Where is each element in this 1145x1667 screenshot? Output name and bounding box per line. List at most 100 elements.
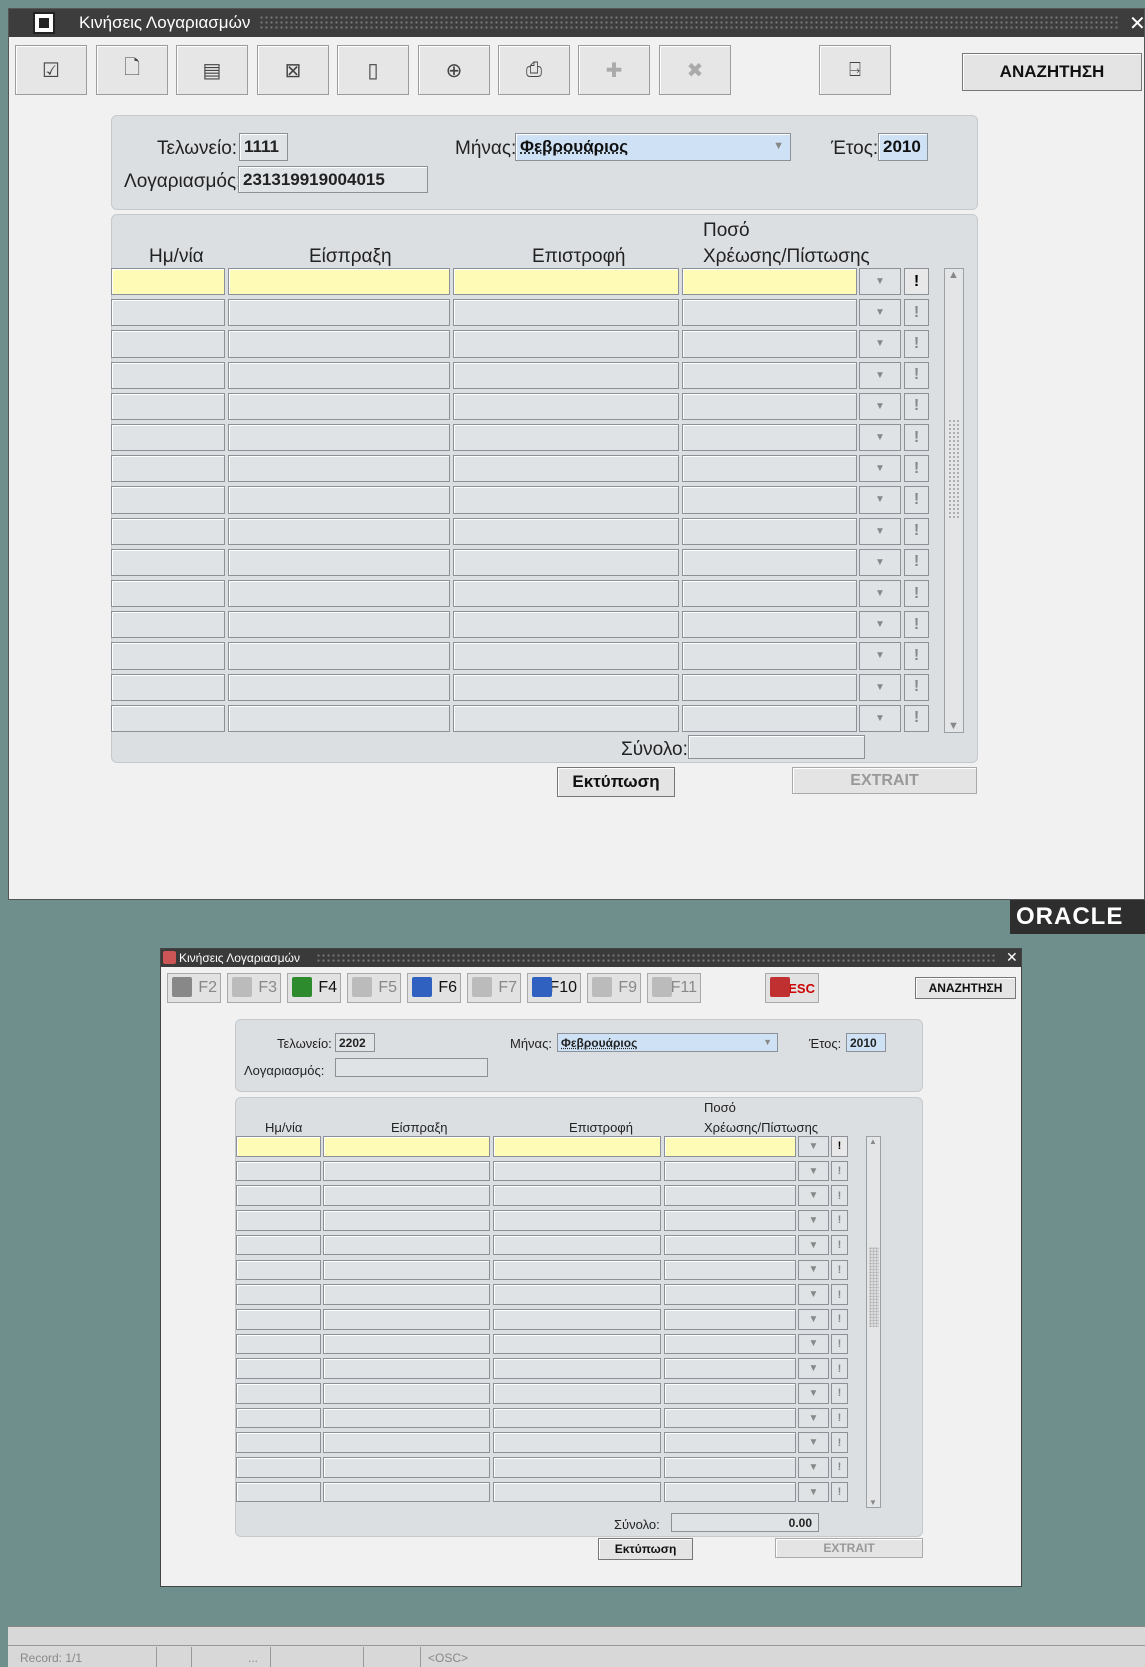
row-dropdown-button[interactable]: ▼ <box>798 1358 829 1379</box>
row-dropdown-button[interactable]: ▼ <box>859 455 901 483</box>
fkey-f11-button[interactable]: F11 <box>647 973 701 1003</box>
refund-cell[interactable] <box>493 1259 661 1281</box>
receipt-cell[interactable] <box>323 1333 490 1355</box>
row-dropdown-button[interactable]: ▼ <box>859 517 901 545</box>
row-detail-button[interactable]: ! <box>904 642 929 670</box>
row-dropdown-button[interactable]: ▼ <box>798 1481 829 1503</box>
refund-cell[interactable] <box>493 1432 661 1454</box>
refund-cell[interactable] <box>453 611 679 639</box>
row-dropdown-button[interactable]: ▼ <box>859 673 901 701</box>
date-cell[interactable] <box>111 548 225 576</box>
date-cell[interactable] <box>236 1234 321 1256</box>
insert-row-button[interactable]: ✚ <box>578 45 650 95</box>
receipt-cell[interactable] <box>323 1407 490 1429</box>
row-detail-button[interactable]: ! <box>831 1210 848 1231</box>
row-detail-button[interactable]: ! <box>904 486 929 514</box>
receipt-cell[interactable] <box>228 424 450 452</box>
receipt-cell[interactable] <box>323 1481 490 1503</box>
receipt-cell[interactable] <box>323 1358 490 1379</box>
account-field[interactable]: 231319919004015 <box>238 166 428 193</box>
amount-cell[interactable] <box>682 486 857 514</box>
refund-cell[interactable] <box>453 704 679 732</box>
row-dropdown-button[interactable]: ▼ <box>798 1136 829 1157</box>
date-cell[interactable] <box>111 361 225 389</box>
receipt-cell[interactable] <box>228 330 450 358</box>
receipt-cell[interactable] <box>323 1432 490 1454</box>
new-button[interactable]: ▯ <box>337 45 409 95</box>
row-dropdown-button[interactable]: ▼ <box>798 1160 829 1182</box>
amount-cell[interactable] <box>682 704 857 732</box>
receipt-cell[interactable] <box>228 704 450 732</box>
refund-cell[interactable] <box>493 1333 661 1355</box>
year-field[interactable]: 2010 <box>878 133 928 161</box>
amount-cell[interactable] <box>682 268 857 296</box>
vertical-scrollbar-2[interactable]: ▲ ▼ <box>866 1136 881 1508</box>
row-detail-button[interactable]: ! <box>904 268 929 296</box>
refund-cell[interactable] <box>453 392 679 420</box>
amount-cell[interactable] <box>664 1432 796 1454</box>
row-dropdown-button[interactable]: ▼ <box>859 361 901 389</box>
amount-cell[interactable] <box>682 611 857 639</box>
row-detail-button[interactable]: ! <box>904 704 929 732</box>
row-detail-button[interactable]: ! <box>831 1358 848 1379</box>
refund-cell[interactable] <box>493 1457 661 1478</box>
date-cell[interactable] <box>236 1259 321 1281</box>
row-detail-button[interactable]: ! <box>904 455 929 483</box>
receipt-cell[interactable] <box>228 548 450 576</box>
amount-cell[interactable] <box>664 1284 796 1305</box>
amount-cell[interactable] <box>664 1407 796 1429</box>
save-button[interactable]: ☑ <box>15 45 87 95</box>
refund-cell[interactable] <box>453 673 679 701</box>
receipt-cell[interactable] <box>323 1383 490 1404</box>
receipt-cell[interactable] <box>323 1210 490 1231</box>
row-dropdown-button[interactable]: ▼ <box>798 1407 829 1429</box>
row-detail-button[interactable]: ! <box>831 1481 848 1503</box>
amount-cell[interactable] <box>682 330 857 358</box>
amount-cell[interactable] <box>682 455 857 483</box>
query-button[interactable]: 🗋 <box>96 45 168 95</box>
month-select-2[interactable]: Φεβρουάριος ▼ <box>557 1033 778 1052</box>
amount-cell[interactable] <box>664 1457 796 1478</box>
amount-cell[interactable] <box>682 424 857 452</box>
exit-button[interactable]: ⍈ <box>819 45 891 95</box>
row-detail-button[interactable]: ! <box>831 1457 848 1478</box>
row-dropdown-button[interactable]: ▼ <box>798 1333 829 1355</box>
amount-cell[interactable] <box>682 580 857 608</box>
row-detail-button[interactable]: ! <box>831 1160 848 1182</box>
refund-cell[interactable] <box>493 1308 661 1330</box>
zoom-button[interactable]: ⊕ <box>418 45 490 95</box>
amount-cell[interactable] <box>664 1481 796 1503</box>
delete-button[interactable]: ⊠ <box>257 45 329 95</box>
row-dropdown-button[interactable]: ▼ <box>859 611 901 639</box>
refund-cell[interactable] <box>493 1284 661 1305</box>
date-cell[interactable] <box>236 1160 321 1182</box>
date-cell[interactable] <box>111 392 225 420</box>
row-detail-button[interactable]: ! <box>831 1407 848 1429</box>
date-cell[interactable] <box>111 611 225 639</box>
refund-cell[interactable] <box>453 361 679 389</box>
scroll-down-icon[interactable]: ▼ <box>948 720 959 732</box>
print-button[interactable]: Εκτύπωση <box>557 767 675 797</box>
extrait-button[interactable]: EXTRAIT <box>792 767 977 794</box>
row-detail-button[interactable]: ! <box>904 673 929 701</box>
receipt-cell[interactable] <box>228 268 450 296</box>
close-icon[interactable]: ✕ <box>1006 949 1018 966</box>
receipt-cell[interactable] <box>228 392 450 420</box>
date-cell[interactable] <box>111 704 225 732</box>
row-dropdown-button[interactable]: ▼ <box>798 1383 829 1404</box>
row-detail-button[interactable]: ! <box>904 392 929 420</box>
customs-field-2[interactable]: 2202 <box>335 1033 375 1052</box>
receipt-cell[interactable] <box>323 1136 490 1157</box>
account-field-2[interactable] <box>335 1058 488 1077</box>
amount-cell[interactable] <box>664 1383 796 1404</box>
amount-cell[interactable] <box>682 392 857 420</box>
refund-cell[interactable] <box>453 486 679 514</box>
date-cell[interactable] <box>236 1210 321 1231</box>
date-cell[interactable] <box>111 299 225 327</box>
receipt-cell[interactable] <box>323 1160 490 1182</box>
refund-cell[interactable] <box>453 580 679 608</box>
row-detail-button[interactable]: ! <box>831 1136 848 1157</box>
row-dropdown-button[interactable]: ▼ <box>798 1210 829 1231</box>
receipt-cell[interactable] <box>323 1284 490 1305</box>
amount-cell[interactable] <box>682 642 857 670</box>
